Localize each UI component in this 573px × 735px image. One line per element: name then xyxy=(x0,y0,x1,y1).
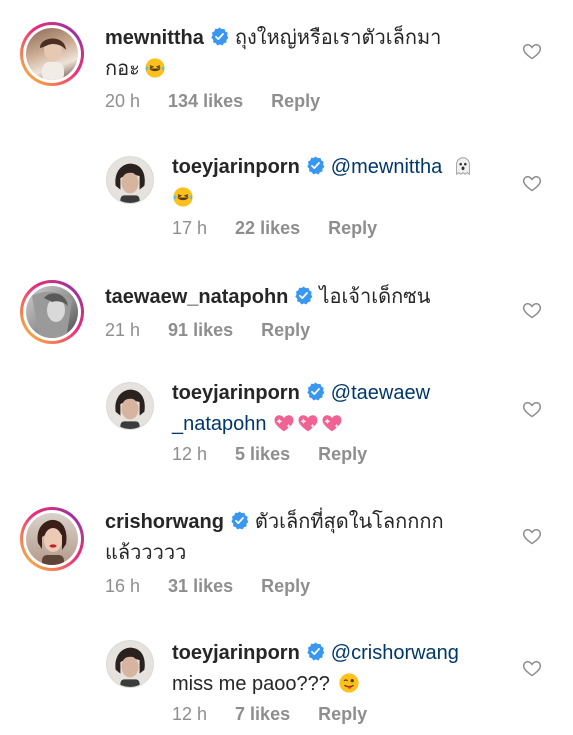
reply-button[interactable]: Reply xyxy=(261,576,310,596)
username[interactable]: toeyjarinporn xyxy=(172,642,300,664)
laughing-crying-emoji-icon xyxy=(172,186,194,208)
timestamp: 16 h xyxy=(105,576,141,596)
comment-body: toeyjarinporn @crishorwang miss me paoo??… xyxy=(172,638,512,700)
woman-bob-avatar xyxy=(115,647,145,687)
likes-count[interactable]: 31 likes xyxy=(168,576,233,596)
comment-text: ถุงใหญ่หรือเราตัวเล็กมา xyxy=(234,27,442,49)
verified-badge-icon xyxy=(210,27,229,46)
mention-link[interactable]: @crishorwang xyxy=(331,642,459,664)
ghost-emoji-icon xyxy=(452,155,474,177)
pink-heart-emoji-icon xyxy=(321,412,343,434)
comment-text: miss me paoo??? xyxy=(172,673,330,695)
like-heart-icon[interactable] xyxy=(522,526,542,546)
like-heart-icon[interactable] xyxy=(522,173,542,193)
comment-text: ไอเจ้าเด็กซน xyxy=(319,286,431,308)
reply-button[interactable]: Reply xyxy=(261,320,310,340)
comment-text: แล้ววววว xyxy=(105,542,187,564)
reply-button[interactable]: Reply xyxy=(318,704,367,724)
avatar[interactable] xyxy=(106,640,154,688)
timestamp: 20 h xyxy=(105,91,141,111)
avatar[interactable] xyxy=(20,507,84,571)
comment-meta: 17 h 22 likes Reply xyxy=(172,218,405,239)
username[interactable]: toeyjarinporn xyxy=(172,156,300,178)
avatar[interactable] xyxy=(20,280,84,344)
timestamp: 12 h xyxy=(172,704,208,724)
comment-body: crishorwang ตัวเล็กที่สุดในโลกกกก แล้วววว… xyxy=(105,507,515,569)
comment-meta: 21 h 91 likes Reply xyxy=(105,320,338,341)
timestamp: 12 h xyxy=(172,444,208,464)
woman-red-lips-avatar xyxy=(37,519,67,565)
likes-count[interactable]: 134 likes xyxy=(168,91,243,111)
likes-count[interactable]: 91 likes xyxy=(168,320,233,340)
likes-count[interactable]: 7 likes xyxy=(235,704,290,724)
comment-body: toeyjarinporn @taewaew _natapohn xyxy=(172,378,512,440)
mention-link[interactable]: @mewnittha xyxy=(331,156,442,178)
verified-badge-icon xyxy=(294,286,313,305)
verified-badge-icon xyxy=(306,642,325,661)
comment-meta: 12 h 7 likes Reply xyxy=(172,704,395,725)
woman-bob-avatar xyxy=(115,163,145,203)
avatar[interactable] xyxy=(106,156,154,204)
verified-badge-icon xyxy=(306,382,325,401)
likes-count[interactable]: 22 likes xyxy=(235,218,300,238)
username[interactable]: mewnittha xyxy=(105,27,204,49)
like-heart-icon[interactable] xyxy=(522,658,542,678)
mention-link[interactable]: @taewaew xyxy=(331,382,430,404)
timestamp: 21 h xyxy=(105,320,141,340)
likes-count[interactable]: 5 likes xyxy=(235,444,290,464)
pink-heart-emoji-icon xyxy=(297,412,319,434)
comment-text: กอะ xyxy=(105,58,140,80)
woman-bob-avatar xyxy=(115,389,145,429)
comment-meta: 16 h 31 likes Reply xyxy=(105,576,338,597)
username[interactable]: crishorwang xyxy=(105,511,224,533)
comment-body: taewaew_natapohn ไอเจ้าเด็กซน xyxy=(105,282,515,313)
username[interactable]: taewaew_natapohn xyxy=(105,286,288,308)
comment-meta: 12 h 5 likes Reply xyxy=(172,444,395,465)
username[interactable]: toeyjarinporn xyxy=(172,382,300,404)
comment-text: ตัวเล็กที่สุดในโลกกกก xyxy=(254,511,444,533)
like-heart-icon[interactable] xyxy=(522,300,542,320)
verified-badge-icon xyxy=(306,156,325,175)
like-heart-icon[interactable] xyxy=(522,41,542,61)
pink-heart-emoji-icon xyxy=(273,412,295,434)
mention-link[interactable]: _natapohn xyxy=(172,413,267,435)
comment-body: mewnittha ถุงใหญ่หรือเราตัวเล็กมา กอะ xyxy=(105,23,515,85)
winking-tongue-emoji-icon xyxy=(338,672,360,694)
comment-meta: 20 h 134 likes Reply xyxy=(105,91,348,112)
comment-body: toeyjarinporn @mewnittha xyxy=(172,152,512,214)
reply-button[interactable]: Reply xyxy=(328,218,377,238)
woman-portrait-avatar xyxy=(40,38,66,80)
avatar[interactable] xyxy=(20,22,84,86)
reply-button[interactable]: Reply xyxy=(318,444,367,464)
laughing-crying-emoji-icon xyxy=(144,57,166,79)
reply-button[interactable]: Reply xyxy=(271,91,320,111)
verified-badge-icon xyxy=(230,511,249,530)
avatar[interactable] xyxy=(106,382,154,430)
like-heart-icon[interactable] xyxy=(522,399,542,419)
timestamp: 17 h xyxy=(172,218,208,238)
monochrome-portrait-avatar xyxy=(32,291,72,338)
